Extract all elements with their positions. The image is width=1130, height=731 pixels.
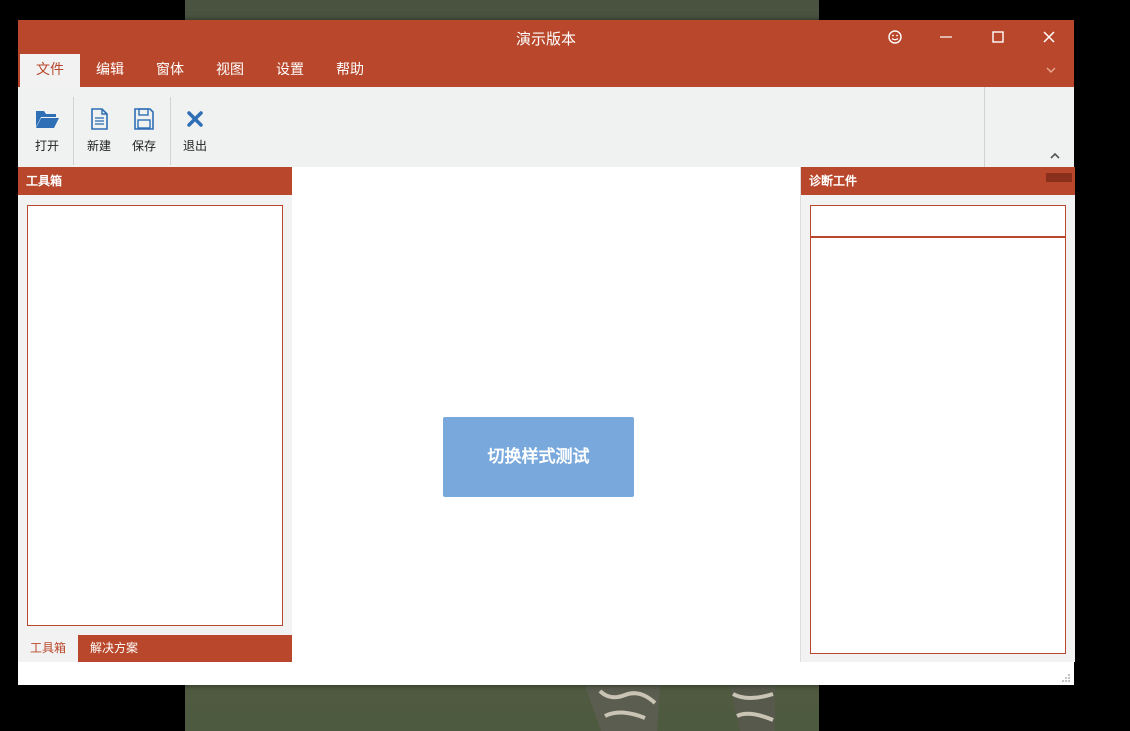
save-label: 保存	[131, 139, 156, 153]
exit-button[interactable]: 退出	[172, 107, 218, 159]
save-button[interactable]: 保存	[121, 107, 167, 159]
minimize-button[interactable]	[922, 20, 970, 54]
ribbon-separator	[984, 87, 985, 167]
document-area: 切换样式测试	[292, 167, 800, 662]
diagnostics-panel-header: 诊断工件	[801, 167, 1075, 195]
folder-open-icon	[36, 111, 59, 128]
close-x-icon	[187, 111, 203, 127]
left-panel-tabs: 工具箱 解决方案	[18, 635, 292, 662]
menu-form[interactable]: 窗体	[140, 54, 200, 87]
toolbox-panel-title: 工具箱	[18, 167, 292, 195]
diagnostics-panel: 诊断工件	[800, 167, 1075, 662]
panel-pin-button[interactable]	[1046, 173, 1072, 182]
minimize-icon	[940, 36, 952, 38]
menu-view[interactable]: 视图	[200, 54, 260, 87]
app-window: 演示版本 文件 编辑 窗体 视图 设置 帮助 打开 新建 保存 退出 工具箱 工…	[18, 20, 1075, 685]
exit-label: 退出	[182, 139, 207, 153]
new-document-icon	[91, 108, 108, 130]
save-icon	[134, 108, 154, 130]
menu-bar: 文件 编辑 窗体 视图 设置 帮助	[18, 54, 1074, 87]
menu-help[interactable]: 帮助	[320, 54, 380, 87]
feedback-smiley-button[interactable]	[871, 20, 919, 54]
background-legs	[585, 686, 775, 731]
switch-style-test-button[interactable]: 切换样式测试	[443, 417, 634, 497]
status-bar	[18, 662, 1074, 685]
open-button[interactable]: 打开	[24, 107, 70, 159]
tab-toolbox[interactable]: 工具箱	[18, 635, 78, 662]
title-bar[interactable]: 演示版本	[18, 20, 1074, 54]
chevron-down-icon	[1046, 67, 1056, 73]
new-label: 新建	[86, 139, 111, 153]
ribbon-separator	[170, 97, 171, 165]
ribbon-separator	[73, 97, 74, 165]
chevron-up-icon	[1050, 152, 1060, 159]
close-icon	[1043, 31, 1055, 43]
diagnostics-content[interactable]	[810, 205, 1066, 654]
toolbox-panel: 工具箱 工具箱 解决方案	[18, 167, 292, 662]
diagnostics-input[interactable]	[811, 206, 1065, 238]
new-button[interactable]: 新建	[76, 107, 122, 159]
menu-edit[interactable]: 编辑	[80, 54, 140, 87]
tab-solution[interactable]: 解决方案	[90, 635, 170, 662]
menu-settings[interactable]: 设置	[260, 54, 320, 87]
ribbon-expand-button[interactable]	[1044, 62, 1058, 81]
open-label: 打开	[34, 139, 59, 153]
smiley-icon	[888, 30, 902, 44]
maximize-button[interactable]	[974, 20, 1022, 54]
resize-grip-icon[interactable]	[1061, 673, 1071, 683]
close-button[interactable]	[1025, 20, 1073, 54]
menu-file[interactable]: 文件	[20, 54, 80, 87]
ribbon-collapse-button[interactable]	[1049, 147, 1061, 166]
toolbox-content[interactable]	[27, 205, 283, 626]
diagnostics-panel-title: 诊断工件	[809, 174, 858, 188]
maximize-icon	[992, 31, 1004, 43]
ribbon-toolbar: 打开 新建 保存 退出	[18, 87, 1074, 168]
